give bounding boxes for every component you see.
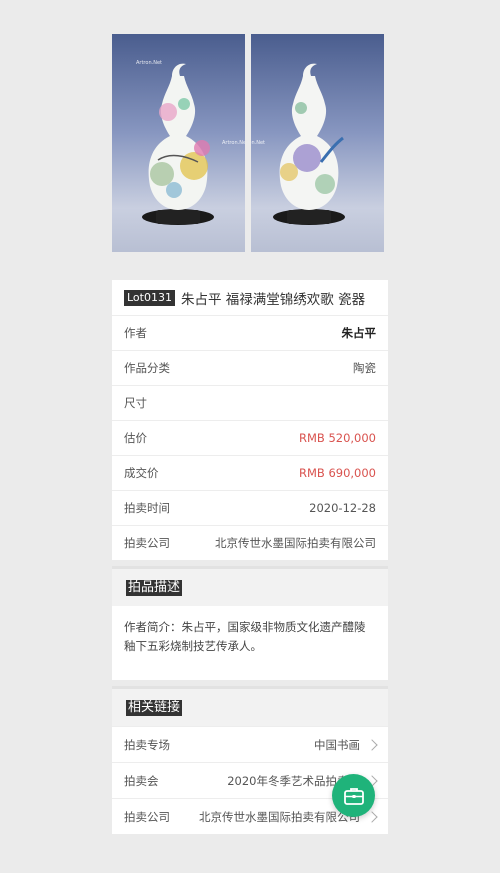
info-row-category: 作品分类 陶瓷 <box>112 350 388 385</box>
link-label: 拍卖专场 <box>124 737 170 752</box>
description-heading: 拍品描述 <box>126 579 183 596</box>
watermark-text: Artron.Net <box>251 140 265 146</box>
watermark-text: Artron.Net <box>136 60 162 66</box>
auction-date-value: 2020-12-28 <box>309 501 376 515</box>
link-value: 北京传世水墨国际拍卖有限公司 <box>199 809 360 824</box>
lot-number-badge: Lot0131 <box>124 289 175 306</box>
info-label: 作者 <box>124 326 147 340</box>
link-row-session[interactable]: 拍卖专场 中国书画 <box>112 726 388 762</box>
lot-title-row: Lot0131 朱占平 福禄满堂锦绣欢歌 瓷器 <box>112 280 388 315</box>
description-section: 拍品描述 作者简介：朱占平，国家级非物质文化遗产醴陵釉下五彩烧制技艺传承人。 <box>112 566 388 680</box>
vase-image-front[interactable]: Artron.Net Artron.Net <box>112 34 245 252</box>
chevron-right-icon <box>366 738 378 751</box>
info-label: 估价 <box>124 431 147 445</box>
info-label: 拍卖公司 <box>124 536 170 550</box>
info-row-size: 尺寸 <box>112 385 388 420</box>
briefcase-icon <box>343 787 364 805</box>
description-text: 作者简介：朱占平，国家级非物质文化遗产醴陵釉下五彩烧制技艺传承人。 <box>124 620 366 653</box>
info-label: 拍卖时间 <box>124 501 170 515</box>
info-row-estimate: 估价 RMB 520,000 <box>112 420 388 455</box>
related-heading: 相关链接 <box>126 699 183 716</box>
lot-images: Artron.Net Artron.Net Artron.Net <box>112 34 388 252</box>
lot-title: 朱占平 福禄满堂锦绣欢歌 瓷器 <box>180 291 366 308</box>
chevron-right-icon <box>366 810 378 823</box>
info-label: 作品分类 <box>124 361 170 375</box>
info-row-hammer-price: 成交价 RMB 690,000 <box>112 455 388 490</box>
auction-house-value: 北京传世水墨国际拍卖有限公司 <box>215 536 376 550</box>
info-label: 尺寸 <box>124 396 147 410</box>
info-row-auction-house: 拍卖公司 北京传世水墨国际拍卖有限公司 <box>112 525 388 560</box>
link-label: 拍卖公司 <box>124 809 170 824</box>
hammer-price-value: RMB 690,000 <box>298 466 376 480</box>
vase-image-back[interactable]: Artron.Net <box>251 34 384 252</box>
section-header: 拍品描述 <box>112 566 388 606</box>
estimate-value: RMB 520,000 <box>298 431 376 445</box>
link-value: 中国书画 <box>314 737 360 752</box>
category-value: 陶瓷 <box>353 361 376 375</box>
info-row-auction-date: 拍卖时间 2020-12-28 <box>112 490 388 525</box>
lot-info-card: Lot0131 朱占平 福禄满堂锦绣欢歌 瓷器 作者 朱占平 作品分类 陶瓷 尺… <box>112 280 388 560</box>
author-value: 朱占平 <box>341 326 377 340</box>
info-row-author: 作者 朱占平 <box>112 315 388 350</box>
info-label: 成交价 <box>124 466 159 480</box>
section-header: 相关链接 <box>112 686 388 726</box>
link-label: 拍卖会 <box>124 773 159 788</box>
watermark-text: Artron.Net <box>222 140 245 146</box>
floating-action-button[interactable] <box>332 774 375 817</box>
